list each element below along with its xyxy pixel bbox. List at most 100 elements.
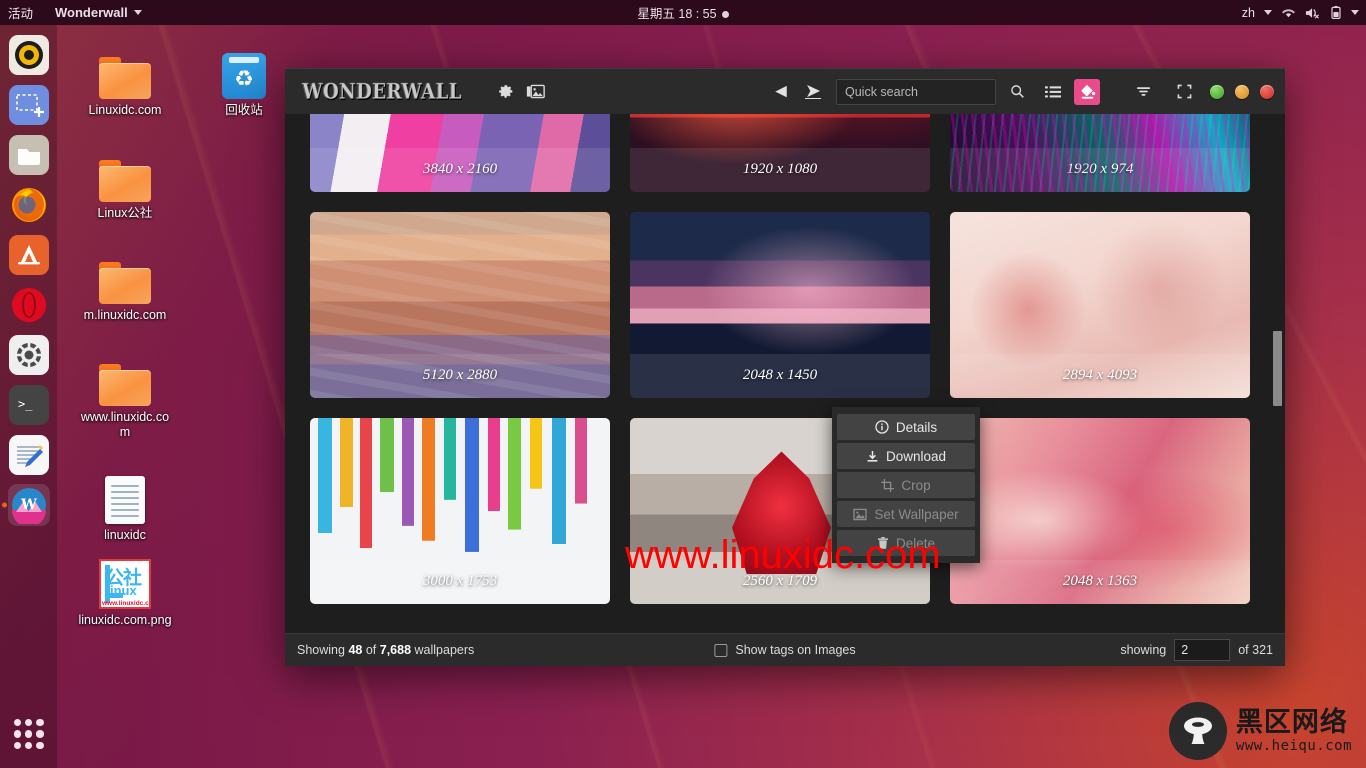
notification-dot-icon [721, 11, 729, 19]
nav-back-button[interactable]: ◄ [768, 79, 794, 105]
context-menu-item-download[interactable]: Download [837, 443, 975, 469]
dock-item-firefox[interactable] [8, 184, 50, 226]
page-number-input[interactable] [1174, 639, 1231, 661]
photo-library-icon [526, 84, 545, 99]
app-toolbar: WONDERWALL ◄ ➤ [285, 69, 1285, 114]
desktop-icon-linuxidc-com[interactable]: Linuxidc.com [77, 45, 173, 118]
page-total-label: of 321 [1238, 643, 1273, 657]
wifi-icon[interactable] [1281, 6, 1296, 19]
dock-item-terminal[interactable]: >_ [8, 384, 50, 426]
wallpaper-resolution-label: 1920 x 974 [1066, 161, 1134, 177]
show-applications-button[interactable] [9, 714, 49, 754]
wallpaper-grid-area[interactable]: 3840 x 2160 1920 x 1080 1920 x 974 5120 … [285, 114, 1285, 633]
dock-item-files[interactable] [8, 134, 50, 176]
list-icon [1045, 85, 1061, 97]
dock: >_ W [0, 25, 57, 768]
wallpaper-card[interactable]: 3000 x 1753 [310, 418, 610, 604]
folder-icon [77, 148, 173, 202]
window-maximize-button[interactable] [1235, 84, 1249, 99]
desktop-icon-www-linuxidc-com[interactable]: www.linuxidc.com [77, 352, 173, 440]
watermark-url-text: www.heiqu.com [1235, 738, 1352, 754]
svg-text:>_: >_ [18, 397, 33, 411]
dock-item-ubuntu-software[interactable] [8, 234, 50, 276]
settings-gear-button[interactable] [490, 77, 520, 107]
desktop-icon-trash[interactable]: ♻ 回收站 [196, 45, 292, 118]
keyboard-layout-indicator[interactable]: zh [1242, 6, 1255, 20]
desktop-icon-label: 回收站 [225, 103, 263, 117]
dock-item-media-player[interactable] [8, 34, 50, 76]
palette-fill-button[interactable] [1074, 78, 1100, 105]
trash-icon [877, 536, 889, 550]
clock-label: 星期五 18 : 55 [637, 7, 717, 21]
context-menu-label: Details [895, 419, 938, 435]
wallpaper-resolution-label: 3000 x 1753 [422, 573, 498, 589]
library-button[interactable] [520, 77, 550, 107]
grid-scrollbar-thumb[interactable] [1273, 331, 1282, 406]
clock-area[interactable]: 星期五 18 : 55 [0, 3, 1366, 22]
dock-item-opera[interactable] [8, 284, 50, 326]
status-bar: Showing 48 of 7,688 wallpapers Show tags… [285, 633, 1285, 666]
dock-item-text-editor[interactable] [8, 434, 50, 476]
wallpaper-icon [853, 508, 867, 521]
wallpaper-card[interactable]: 5120 x 2880 [310, 212, 610, 398]
context-menu-label: Set Wallpaper [874, 506, 959, 522]
show-tags-checkbox-row[interactable]: Show tags on Images [714, 643, 856, 657]
wallpaper-resolution-label: 5120 x 2880 [422, 367, 498, 383]
context-menu-label: Delete [895, 535, 936, 551]
dock-item-settings[interactable] [8, 334, 50, 376]
app-logo: WONDERWALL [302, 79, 462, 104]
quick-search-input[interactable] [836, 78, 996, 105]
of-label: of [365, 643, 377, 657]
watermark-cn-text: 黑区网络 [1235, 707, 1348, 738]
nav-forward-button[interactable]: ➤ [800, 79, 826, 105]
wallpaper-card[interactable]: 2894 x 4093 [950, 212, 1250, 398]
context-menu-item-details[interactable]: Details [837, 414, 975, 440]
context-menu-label: Download [885, 448, 947, 464]
desktop-icon-linuxidc-com-png[interactable]: 公社inuxwww.linuxidc.com linuxidc.com.png [77, 555, 173, 628]
download-icon [866, 450, 879, 463]
battery-icon[interactable] [1330, 5, 1342, 20]
grid-scrollbar[interactable] [1273, 219, 1282, 633]
pagination-controls: showing of 321 [1120, 639, 1273, 661]
search-button[interactable] [1002, 77, 1032, 107]
fullscreen-button[interactable] [1169, 77, 1199, 107]
window-close-button[interactable] [1260, 84, 1274, 99]
desktop-icon-linux-gongshe[interactable]: Linux公社 [77, 148, 173, 221]
wallpaper-card[interactable]: 1920 x 1080 [630, 114, 930, 192]
desktop-icon-linuxidc-doc[interactable]: linuxidc [77, 470, 173, 543]
chevron-down-icon [1264, 10, 1272, 15]
dock-item-screenshot-tool[interactable] [8, 84, 50, 126]
list-view-button[interactable] [1038, 77, 1068, 107]
wallpaper-card[interactable]: 3840 x 2160 [310, 114, 610, 192]
window-minimize-button[interactable] [1210, 84, 1224, 99]
desktop-icon-m-linuxidc-com[interactable]: m.linuxidc.com [77, 250, 173, 323]
info-icon [875, 420, 889, 434]
wallpaper-card[interactable]: 2048 x 1363 [950, 418, 1250, 604]
wallpaper-resolution-label: 2560 x 1709 [742, 573, 818, 589]
context-menu-item-set-wallpaper: Set Wallpaper [837, 501, 975, 527]
items-label: wallpapers [414, 643, 475, 657]
wonderwall-window: WONDERWALL ◄ ➤ Quick search 3840 x 2160 … [285, 68, 1285, 666]
chevron-down-icon[interactable] [1351, 10, 1359, 15]
context-menu-item-crop: Crop [837, 472, 975, 498]
recycle-bin-icon: ♻ [196, 45, 292, 99]
showing-prefix: Showing [297, 643, 345, 657]
filter-icon [1136, 87, 1150, 96]
wallpaper-context-menu: Details Download Crop Set Wallpaper Dele… [832, 407, 980, 563]
desktop-icon-label: linuxidc.com.png [78, 613, 172, 627]
wallpaper-card[interactable]: 1920 x 974 [950, 114, 1250, 192]
wallpaper-resolution-label: 3840 x 2160 [422, 161, 498, 177]
dock-item-wonderwall[interactable]: W [7, 484, 50, 526]
shown-count: 48 [348, 643, 363, 657]
corner-watermark: 黑区网络 www.heiqu.com [1168, 702, 1352, 760]
fullscreen-icon [1177, 84, 1191, 99]
context-menu-label: Crop [901, 477, 931, 493]
image-file-icon: 公社inuxwww.linuxidc.com [77, 555, 173, 609]
wallpaper-card[interactable]: 2048 x 1450 [630, 212, 930, 398]
wallpaper-resolution-label: 2894 x 4093 [1062, 367, 1138, 383]
volume-muted-icon[interactable] [1305, 6, 1321, 20]
show-tags-checkbox[interactable] [714, 643, 728, 657]
paint-bucket-icon [1081, 84, 1095, 99]
filter-button[interactable] [1128, 77, 1158, 107]
folder-icon [77, 352, 173, 406]
